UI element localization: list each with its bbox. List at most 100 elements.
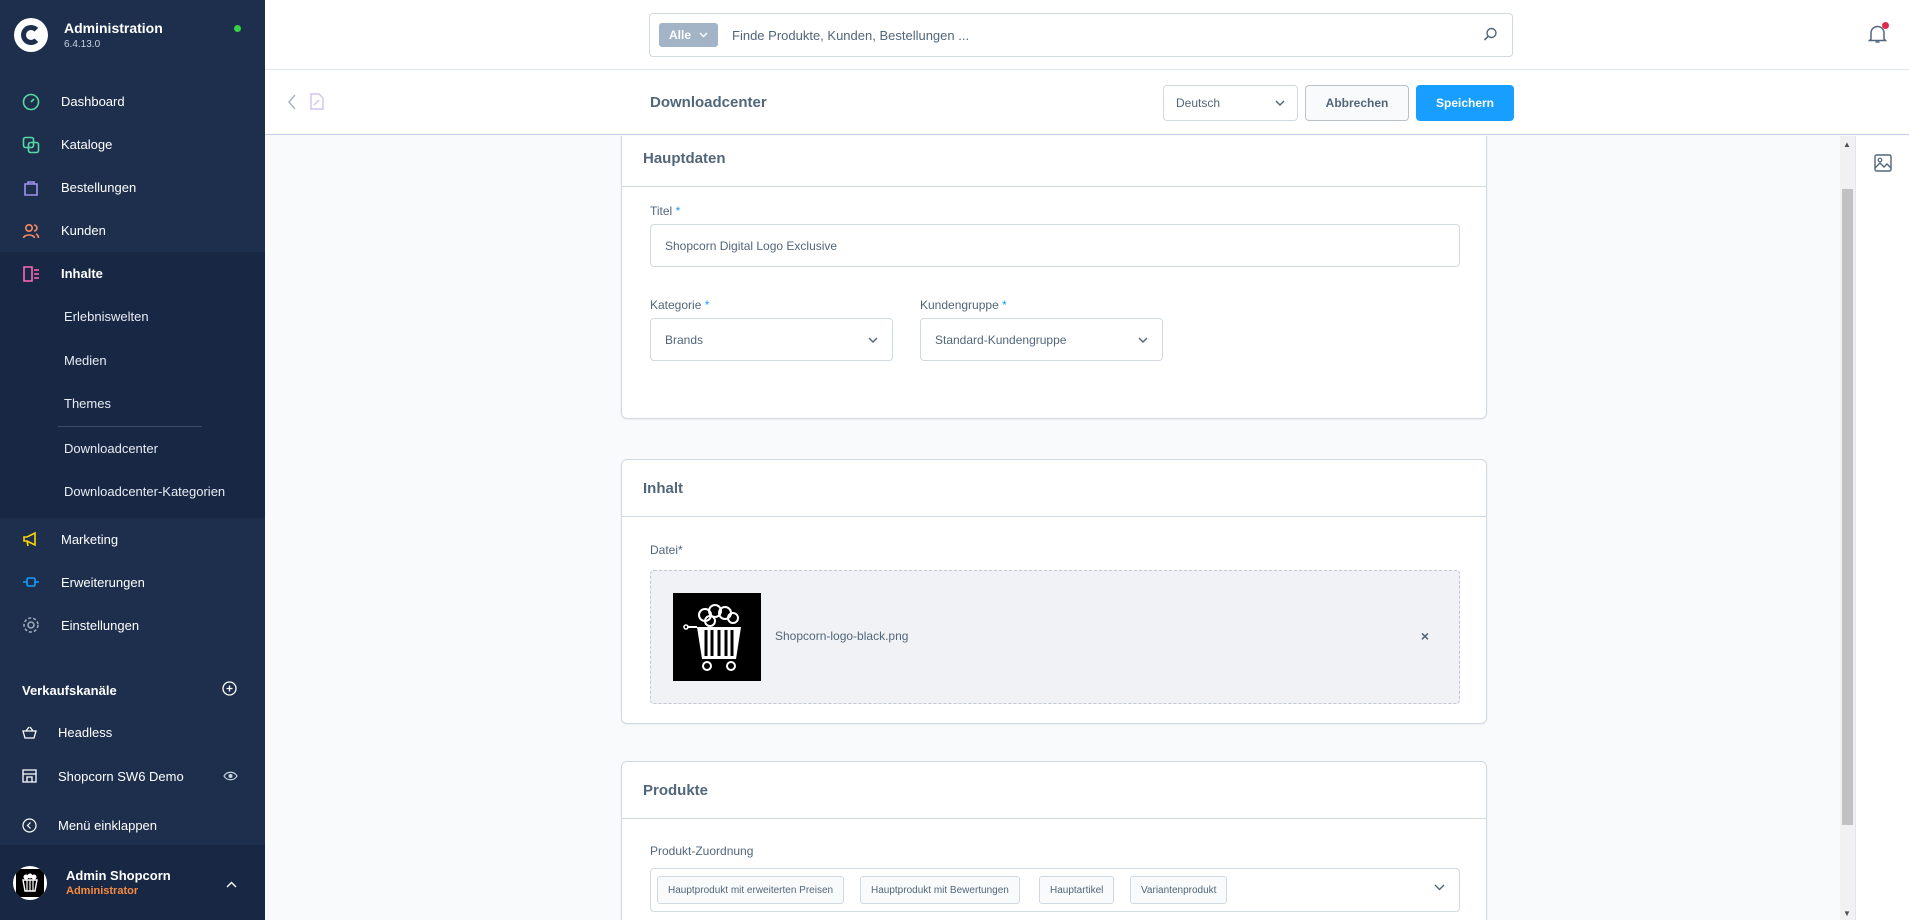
- card-title: Inhalt: [622, 460, 1486, 517]
- category-label-text: Kategorie: [650, 298, 702, 312]
- user-profile[interactable]: Admin Shopcorn Administrator: [0, 845, 265, 920]
- file-thumbnail: [673, 593, 761, 681]
- save-button[interactable]: Speichern: [1416, 85, 1514, 121]
- required-mark: *: [704, 298, 710, 312]
- customers-icon: [22, 222, 40, 240]
- scrollbar[interactable]: ▲ ▼: [1840, 136, 1855, 920]
- marketing-icon: [22, 530, 40, 548]
- required-mark: *: [1002, 298, 1007, 312]
- chevron-down-icon: [1138, 337, 1148, 343]
- eye-icon[interactable]: [223, 769, 238, 784]
- smart-bar: Downloadcenter Deutsch Abbrechen Speiche…: [265, 70, 1909, 135]
- page-title: Downloadcenter: [650, 94, 767, 111]
- search-input[interactable]: [732, 27, 1512, 43]
- right-sidebar: [1855, 136, 1909, 920]
- sales-channel-headless[interactable]: Headless: [0, 717, 265, 747]
- language-value: Deutsch: [1176, 96, 1221, 110]
- remove-file-button[interactable]: ×: [1421, 628, 1429, 644]
- product-tag[interactable]: Hauptprodukt mit Bewertungen: [860, 876, 1020, 904]
- storefront-icon: [22, 769, 38, 783]
- product-tag[interactable]: Hauptprodukt mit erweiterten Preisen: [657, 876, 845, 904]
- nav-item-catalog[interactable]: Kataloge: [0, 123, 265, 166]
- sub-item-downloadcenter-categories[interactable]: Downloadcenter-Kategorien: [0, 470, 265, 514]
- brand-title: Administration: [64, 20, 163, 36]
- nav-label: Inhalte: [61, 266, 103, 281]
- card-content: Inhalt Datei* Shopcorn-logo-black.png ×: [621, 459, 1487, 724]
- nav-label: Kataloge: [61, 137, 113, 152]
- card-title: Hauptdaten: [622, 136, 1486, 187]
- collapse-label: Menü einklappen: [58, 817, 158, 833]
- search-type-select[interactable]: Alle: [659, 23, 719, 47]
- nav-item-marketing[interactable]: Marketing: [0, 518, 265, 561]
- language-switch[interactable]: Deutsch: [1163, 85, 1298, 121]
- brand-version: 6.4.13.0: [64, 39, 101, 50]
- file-name: Shopcorn-logo-black.png: [775, 629, 909, 643]
- cancel-button[interactable]: Abbrechen: [1305, 85, 1409, 121]
- nav-item-orders[interactable]: Bestellungen: [0, 166, 265, 209]
- customer-group-select[interactable]: Standard-Kundengruppe: [920, 318, 1163, 361]
- content-icon: [22, 265, 40, 283]
- category-select[interactable]: Brands: [650, 318, 893, 361]
- scrollbar-thumb[interactable]: [1842, 189, 1853, 825]
- chevron-up-icon[interactable]: [226, 875, 237, 893]
- edit-document-icon: [310, 93, 324, 115]
- nav-item-content[interactable]: Inhalte: [0, 252, 265, 295]
- file-label: Datei*: [650, 543, 683, 557]
- nav-label: Bestellungen: [61, 180, 137, 195]
- sub-item-themes[interactable]: Themes: [0, 382, 265, 426]
- nav-label: Erweiterungen: [61, 574, 145, 590]
- title-field[interactable]: Shopcorn Digital Logo Exclusive: [650, 224, 1460, 267]
- sub-item-downloadcenter[interactable]: Downloadcenter: [0, 427, 265, 471]
- nav-item-settings[interactable]: Einstellungen: [0, 604, 265, 647]
- nav-item-extensions[interactable]: Erweiterungen: [0, 561, 265, 604]
- sub-item-media[interactable]: Medien: [0, 339, 265, 383]
- category-value: Brands: [665, 332, 704, 347]
- sales-channel-label: Headless: [58, 724, 113, 740]
- title-label-text: Titel: [650, 204, 673, 218]
- notifications-bell-icon[interactable]: [1867, 22, 1889, 49]
- product-tag[interactable]: Hauptartikel: [1039, 876, 1115, 904]
- user-name: Admin Shopcorn: [66, 868, 171, 883]
- dashboard-icon: [22, 93, 40, 111]
- collapse-icon: [22, 817, 38, 833]
- back-arrow-icon[interactable]: [287, 94, 297, 115]
- nav-label: Kunden: [61, 223, 106, 238]
- card-main-data: Hauptdaten Titel * Shopcorn Digital Logo…: [621, 136, 1487, 419]
- sub-item-shopping-experiences[interactable]: Erlebniswelten: [0, 295, 265, 339]
- card-products: Produkte Produkt-Zuordnung Hauptprodukt …: [621, 761, 1487, 920]
- collapse-menu[interactable]: Menü einklappen: [0, 810, 265, 840]
- file-upload[interactable]: Shopcorn-logo-black.png ×: [650, 570, 1460, 704]
- add-sales-channel-icon[interactable]: [222, 681, 237, 699]
- customer-group-value: Standard-Kundengruppe: [935, 332, 1067, 347]
- product-assignment-label: Produkt-Zuordnung: [650, 844, 754, 858]
- title-field-value: Shopcorn Digital Logo Exclusive: [665, 238, 838, 253]
- nav-item-customers[interactable]: Kunden: [0, 209, 265, 252]
- product-assignment-select[interactable]: Hauptprodukt mit erweiterten Preisen Hau…: [650, 868, 1460, 912]
- settings-icon: [22, 616, 40, 634]
- scroll-up-arrow-icon[interactable]: ▲: [1843, 140, 1851, 149]
- category-label: Kategorie *: [650, 298, 709, 312]
- admin-sidebar: Administration 6.4.13.0 Dashboard Katalo…: [0, 0, 265, 920]
- product-tag[interactable]: Variantenprodukt: [1130, 876, 1228, 904]
- chevron-down-icon: [699, 32, 708, 38]
- customer-group-label-text: Kundengruppe: [920, 298, 999, 312]
- nav-item-dashboard[interactable]: Dashboard: [0, 80, 265, 123]
- sales-channel-shopcorn-demo[interactable]: Shopcorn SW6 Demo: [0, 761, 265, 791]
- catalog-icon: [22, 136, 40, 154]
- main-content: Hauptdaten Titel * Shopcorn Digital Logo…: [265, 136, 1839, 920]
- brand-header[interactable]: Administration 6.4.13.0: [0, 0, 265, 70]
- search-icon[interactable]: [1483, 27, 1498, 47]
- main-navigation: Dashboard Kataloge Bestellungen Kunden I…: [0, 80, 265, 647]
- global-search: Alle: [649, 13, 1513, 57]
- search-type-label: Alle: [669, 28, 692, 42]
- sales-channels-header: Verkaufskanäle: [0, 680, 265, 700]
- sales-channel-label: Shopcorn SW6 Demo: [58, 768, 184, 784]
- media-image-icon[interactable]: [1874, 154, 1892, 177]
- basket-icon: [22, 726, 38, 739]
- card-title: Produkte: [622, 762, 1486, 819]
- scroll-down-arrow-icon[interactable]: ▼: [1843, 909, 1851, 918]
- online-status-dot: [234, 25, 241, 32]
- content-submenu: Erlebniswelten Medien Themes Downloadcen…: [0, 295, 265, 518]
- title-label: Titel *: [650, 204, 680, 218]
- chevron-down-icon: [868, 337, 878, 343]
